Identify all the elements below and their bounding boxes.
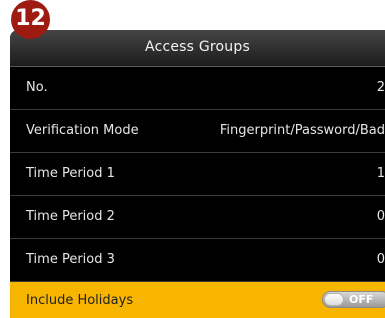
row-value: 0 [376,209,385,224]
row-time-period-1[interactable]: Time Period 1 1 [10,153,385,196]
row-label: No. [26,80,48,95]
row-label: Include Holidays [26,293,134,308]
page-title: Access Groups [145,39,250,55]
include-holidays-toggle[interactable]: OFF [322,291,385,308]
title-bar: Access Groups [10,30,385,67]
row-label: Time Period 2 [26,209,115,224]
row-include-holidays[interactable]: Include Holidays OFF [10,282,385,318]
row-verification-mode[interactable]: Verification Mode Fingerprint/Password/B… [10,110,385,153]
row-label: Verification Mode [26,123,139,138]
toggle-knob [324,293,344,306]
row-value: 1 [376,166,385,181]
device-screen: Access Groups No. 2 Verification Mode Fi… [10,30,385,318]
row-no[interactable]: No. 2 [10,67,385,110]
row-time-period-3[interactable]: Time Period 3 0 [10,239,385,282]
row-value: 0 [376,252,385,267]
row-label: Time Period 1 [26,166,115,181]
row-value: Fingerprint/Password/Bad [219,123,385,138]
row-value: 2 [376,80,385,95]
toggle-state-text: OFF [349,293,374,306]
row-label: Time Period 3 [26,252,115,267]
row-time-period-2[interactable]: Time Period 2 0 [10,196,385,239]
step-number-badge: 12 [11,0,50,39]
